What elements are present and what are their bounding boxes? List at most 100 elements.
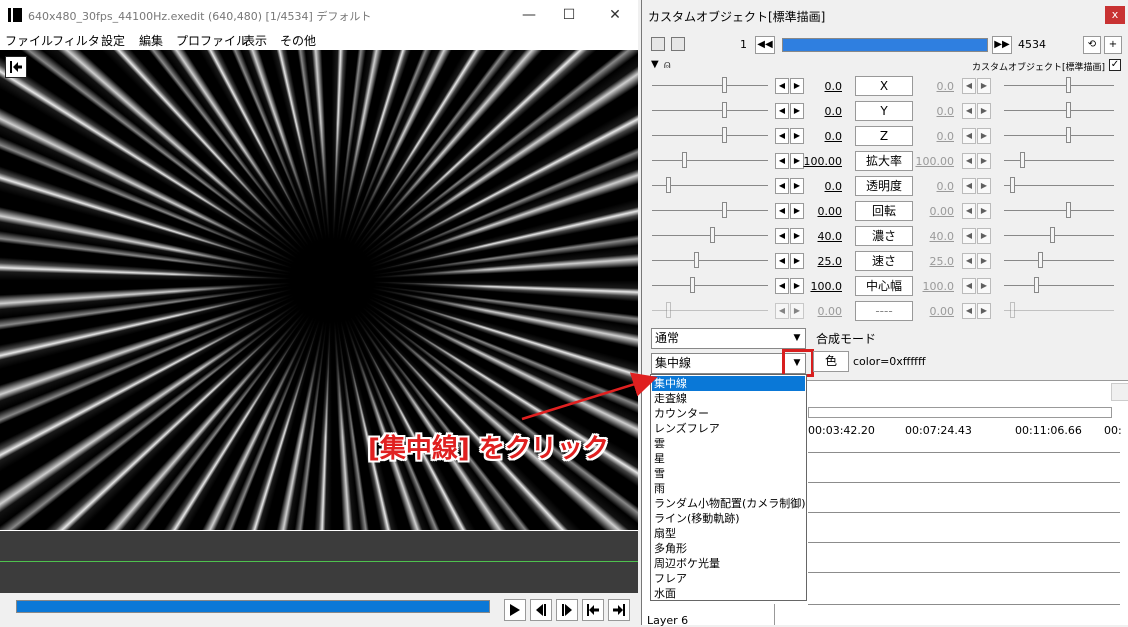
increment-right-icon[interactable]: ▶ xyxy=(977,103,991,119)
param-name-button[interactable]: 透明度 xyxy=(855,176,913,196)
increment-right-icon[interactable]: ▶ xyxy=(977,178,991,194)
param-end-value[interactable]: 40.0 xyxy=(912,230,955,243)
right-slider-thumb[interactable] xyxy=(1034,277,1039,293)
dropdown-option[interactable]: フレア xyxy=(652,571,805,586)
param-name-button[interactable]: 速さ xyxy=(855,251,913,271)
link-icon[interactable]: ⟲ xyxy=(1083,36,1101,54)
dropdown-option[interactable]: 雲 xyxy=(652,436,805,451)
param-start-value[interactable]: 0.0 xyxy=(802,180,843,193)
collapse-icon[interactable]: ▼ xyxy=(651,59,659,70)
param-name-button[interactable]: Y xyxy=(855,101,913,121)
increment-right-icon[interactable]: ▶ xyxy=(977,78,991,94)
param-start-value[interactable]: 0.00 xyxy=(802,205,843,218)
left-slider-thumb[interactable] xyxy=(722,77,727,93)
param-end-value[interactable]: 25.0 xyxy=(912,255,955,268)
right-slider-thumb[interactable] xyxy=(1066,77,1071,93)
increment-right-icon[interactable]: ▶ xyxy=(977,128,991,144)
menu-view[interactable]: 表示 xyxy=(243,32,267,49)
right-slider-track[interactable] xyxy=(1004,260,1114,261)
layer-label[interactable]: Layer 6 xyxy=(647,614,688,627)
shadow-icon[interactable] xyxy=(671,37,685,51)
dropdown-option[interactable]: 扇型 xyxy=(652,526,805,541)
param-start-value[interactable]: 100.0 xyxy=(802,280,843,293)
close-button[interactable]: ✕ xyxy=(604,4,626,26)
param-name-button[interactable]: 拡大率 xyxy=(855,151,913,171)
param-start-value[interactable]: 25.0 xyxy=(802,255,843,268)
camera-icon[interactable] xyxy=(651,37,665,51)
left-slider-thumb[interactable] xyxy=(722,202,727,218)
go-start-icon[interactable] xyxy=(582,599,604,621)
left-slider-track[interactable] xyxy=(652,160,768,161)
param-end-value[interactable]: 0.0 xyxy=(912,180,955,193)
param-name-button[interactable]: ---- xyxy=(855,301,913,321)
right-slider-thumb[interactable] xyxy=(1010,177,1015,193)
add-icon[interactable]: + xyxy=(1104,36,1122,54)
decrement-right-icon[interactable]: ◀ xyxy=(962,303,976,319)
increment-right-icon[interactable]: ▶ xyxy=(977,203,991,219)
right-slider-thumb[interactable] xyxy=(1038,252,1043,268)
decrement-right-icon[interactable]: ◀ xyxy=(962,103,976,119)
decrement-left-icon[interactable]: ◀ xyxy=(775,253,789,269)
right-slider-thumb[interactable] xyxy=(1020,152,1025,168)
right-slider-track[interactable] xyxy=(1004,310,1114,311)
left-slider-thumb[interactable] xyxy=(722,102,727,118)
right-slider-track[interactable] xyxy=(1004,185,1114,186)
param-name-button[interactable]: 回転 xyxy=(855,201,913,221)
right-slider-track[interactable] xyxy=(1004,235,1114,236)
param-end-value[interactable]: 0.0 xyxy=(912,130,955,143)
increment-right-icon[interactable]: ▶ xyxy=(977,278,991,294)
right-slider-track[interactable] xyxy=(1004,285,1114,286)
param-start-value[interactable]: 0.0 xyxy=(802,105,843,118)
decrement-right-icon[interactable]: ◀ xyxy=(962,153,976,169)
dropdown-option[interactable]: 周辺ボケ光量 xyxy=(652,556,805,571)
param-end-value[interactable]: 0.0 xyxy=(912,105,955,118)
panel-close-button[interactable]: x xyxy=(1105,6,1125,24)
decrement-left-icon[interactable]: ◀ xyxy=(775,228,789,244)
blend-mode-select[interactable]: 通常 ▼ xyxy=(651,328,806,349)
dropdown-option[interactable]: カウンター xyxy=(652,406,805,421)
left-slider-thumb[interactable] xyxy=(666,302,671,318)
menu-settings[interactable]: 設定 xyxy=(101,32,125,49)
left-slider-track[interactable] xyxy=(652,110,768,111)
dropdown-option[interactable]: 多角形 xyxy=(652,541,805,556)
left-slider-track[interactable] xyxy=(652,210,768,211)
left-slider-thumb[interactable] xyxy=(722,127,727,143)
menu-edit[interactable]: 編集 xyxy=(139,32,163,49)
left-slider-thumb[interactable] xyxy=(690,277,695,293)
decrement-right-icon[interactable]: ◀ xyxy=(962,278,976,294)
right-slider-track[interactable] xyxy=(1004,135,1114,136)
decrement-right-icon[interactable]: ◀ xyxy=(962,78,976,94)
menu-filter[interactable]: フィルタ xyxy=(52,32,100,49)
decrement-left-icon[interactable]: ◀ xyxy=(775,128,789,144)
decrement-right-icon[interactable]: ◀ xyxy=(962,228,976,244)
right-slider-thumb[interactable] xyxy=(1050,227,1055,243)
dropdown-option[interactable]: レンズフレア xyxy=(652,421,805,436)
increment-right-icon[interactable]: ▶ xyxy=(977,253,991,269)
dropdown-option[interactable]: 雨 xyxy=(652,481,805,496)
dropdown-option[interactable]: 走査線 xyxy=(652,391,805,406)
filter-enable-checkbox[interactable]: ✓ xyxy=(1109,59,1121,71)
decrement-left-icon[interactable]: ◀ xyxy=(775,153,789,169)
play-icon[interactable] xyxy=(504,599,526,621)
menu-file[interactable]: ファイル xyxy=(5,32,53,49)
decrement-left-icon[interactable]: ◀ xyxy=(775,78,789,94)
decrement-right-icon[interactable]: ◀ xyxy=(962,178,976,194)
param-end-value[interactable]: 100.0 xyxy=(912,280,955,293)
param-name-button[interactable]: Z xyxy=(855,126,913,146)
right-slider-track[interactable] xyxy=(1004,210,1114,211)
dropdown-option[interactable]: 集中線 xyxy=(652,376,805,391)
right-slider-track[interactable] xyxy=(1004,110,1114,111)
left-slider-track[interactable] xyxy=(652,260,768,261)
decrement-left-icon[interactable]: ◀ xyxy=(775,303,789,319)
maximize-button[interactable]: ☐ xyxy=(558,4,580,26)
increment-right-icon[interactable]: ▶ xyxy=(977,303,991,319)
param-start-value[interactable]: 0.0 xyxy=(802,80,843,93)
minimize-button[interactable]: — xyxy=(518,4,540,26)
right-slider-track[interactable] xyxy=(1004,85,1114,86)
next-frame-icon[interactable] xyxy=(556,599,578,621)
param-end-value[interactable]: 0.0 xyxy=(912,80,955,93)
left-slider-track[interactable] xyxy=(652,285,768,286)
prev-frame-icon[interactable] xyxy=(530,599,552,621)
param-name-button[interactable]: X xyxy=(855,76,913,96)
decrement-left-icon[interactable]: ◀ xyxy=(775,203,789,219)
